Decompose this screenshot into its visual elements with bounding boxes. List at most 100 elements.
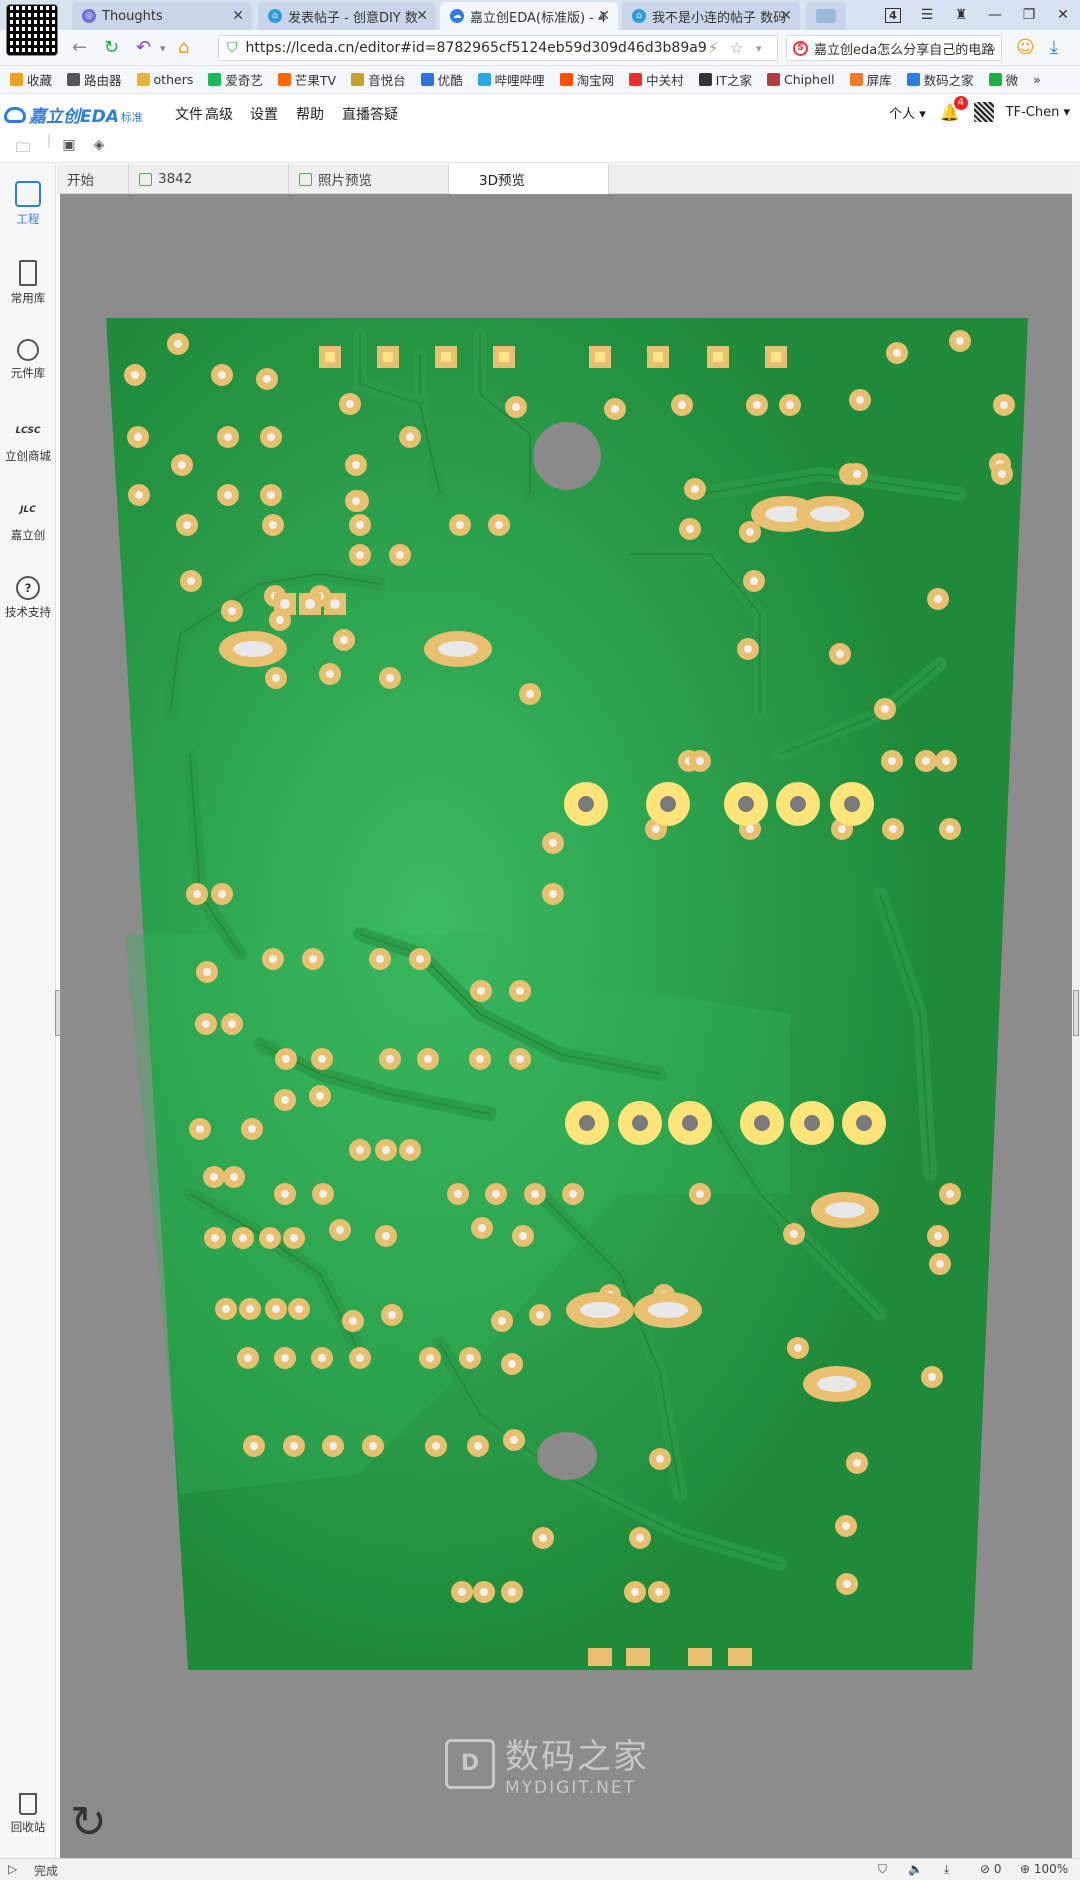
speaker-icon[interactable]: 🔈	[908, 1862, 923, 1876]
new-tab-button[interactable]	[806, 2, 846, 30]
user-menu[interactable]: TF-Chen ▾	[1006, 105, 1070, 120]
drill-hole	[244, 1354, 252, 1362]
bookmark-item[interactable]: 屏库	[849, 70, 892, 89]
close-icon[interactable]: ✕	[232, 8, 244, 24]
bookmark-item[interactable]: others	[136, 72, 193, 87]
download-manager-icon[interactable]: ⤓	[944, 1862, 949, 1877]
url-field[interactable]: ⛉ https://lceda.cn/editor#id=8782965cf51…	[218, 35, 778, 61]
search-icon[interactable]: ⌕	[988, 39, 996, 57]
shield-icon[interactable]: ⛉	[878, 1862, 887, 1877]
drill-hole	[336, 1226, 344, 1234]
bookmark-icon	[420, 73, 434, 86]
bookmark-item[interactable]: 音悦台	[351, 70, 406, 89]
tab-start[interactable]: 开始	[57, 164, 129, 194]
browser-tab-mine[interactable]: ⌂ 我不是小连的帖子 数码 ✕	[622, 2, 800, 30]
menu-icon[interactable]: ☰	[910, 7, 944, 23]
close-icon[interactable]: ✕	[780, 8, 792, 24]
image-export-icon[interactable]: ▣	[60, 137, 78, 153]
bookmark-item[interactable]: 芒果TV	[277, 70, 336, 89]
restore-icon[interactable]: ❐	[1012, 7, 1046, 23]
sidebar-item-support[interactable]: ? 技术支持	[0, 576, 56, 620]
menu-file[interactable]: 文件	[175, 104, 203, 124]
drill-hole	[326, 670, 334, 678]
close-icon[interactable]: ✕	[598, 8, 610, 24]
download-icon[interactable]: ⤓	[1050, 37, 1058, 58]
drill-hole	[512, 403, 520, 411]
bookmark-item[interactable]: 数码之家	[906, 70, 974, 89]
bookmark-item[interactable]: 中关村	[629, 70, 684, 89]
sidebar-item-project[interactable]: 工程	[0, 181, 56, 227]
site-icon: ☁	[450, 9, 464, 23]
zoom-level[interactable]: ⊕ 100%	[1020, 1862, 1068, 1876]
layers-icon[interactable]: ◈	[90, 137, 108, 153]
browser-tab-post[interactable]: ⌂ 发表帖子 - 创意DIY 数 ✕	[258, 2, 436, 30]
back-icon[interactable]: ←	[72, 37, 87, 58]
avatar[interactable]	[973, 102, 994, 122]
undo-icon[interactable]: ↶	[136, 37, 151, 58]
menu-advanced[interactable]: 高级	[205, 104, 233, 124]
qr-code-avatar[interactable]	[6, 4, 58, 56]
bookmark-item[interactable]: 微	[988, 70, 1018, 89]
menu-help[interactable]: 帮助	[296, 104, 324, 124]
emoji-icon[interactable]: ☺	[1016, 37, 1035, 58]
left-collapse-handle[interactable]	[55, 990, 61, 1036]
search-field[interactable]: S 嘉立创eda怎么分享自己的电路	[786, 35, 1002, 61]
menu-live-qa[interactable]: 直播答疑	[342, 104, 398, 124]
status-text: 完成	[34, 1864, 59, 1878]
more-bookmarks-icon[interactable]: »	[1033, 72, 1041, 87]
bookmark-item[interactable]: 哔哩哔哩	[477, 70, 545, 89]
reset-view-icon[interactable]: ↻	[70, 1800, 116, 1846]
bookmark-item[interactable]: Chiphell	[766, 72, 835, 87]
tab-count-badge[interactable]: 4	[876, 7, 910, 23]
lightning-icon[interactable]: ⚡	[708, 39, 719, 57]
bookmark-item[interactable]: 收藏	[10, 70, 52, 89]
drill-hole	[269, 521, 277, 529]
play-icon[interactable]: ▷	[8, 1862, 17, 1876]
bookmark-label: 收藏	[27, 73, 53, 88]
minimize-icon[interactable]: —	[978, 7, 1012, 23]
search-icon	[17, 339, 39, 361]
star-icon[interactable]: ☆	[730, 39, 743, 57]
bookmark-item[interactable]: IT之家	[698, 70, 752, 89]
browser-tab-lceda[interactable]: ☁ 嘉立创EDA(标准版) - 4 ✕	[440, 2, 618, 30]
tab-3d-preview[interactable]: 3D预览	[449, 164, 609, 194]
pcb-doc-icon	[139, 172, 152, 186]
bookmark-item[interactable]: 优酷	[420, 70, 463, 89]
sidebar-item-component-lib[interactable]: 元件库	[0, 339, 56, 381]
drill-hole	[281, 1190, 289, 1198]
home-icon[interactable]: ⌂	[178, 37, 189, 58]
bookmark-item[interactable]: 路由器	[67, 70, 122, 89]
sidebar-item-lcsc[interactable]: LCSC 立创商城	[0, 418, 56, 464]
right-collapse-handle[interactable]	[1073, 990, 1079, 1036]
bookmark-item[interactable]: 爱奇艺	[208, 70, 263, 89]
sidebar-item-jlc[interactable]: JLC 嘉立创	[0, 497, 56, 543]
tab-3842[interactable]: 3842	[129, 164, 289, 194]
close-window-icon[interactable]: ✕	[1046, 7, 1080, 23]
browser-tab-thoughts[interactable]: ◎ Thoughts ✕	[72, 2, 252, 30]
oval-drill	[438, 641, 478, 657]
blocked-count[interactable]: ⊘ 0	[980, 1862, 1002, 1876]
skin-icon[interactable]: ♜	[944, 7, 978, 23]
pcb-3d-board[interactable]	[60, 194, 1072, 1858]
reload-icon[interactable]: ↻	[104, 37, 119, 58]
menu-settings[interactable]: 设置	[250, 104, 278, 124]
drill-hole	[492, 1190, 500, 1198]
3d-preview-canvas[interactable]: D 数码之家 MYDIGIT.NET ↻	[60, 194, 1072, 1858]
lceda-logo[interactable]: 嘉立创EDA 标准	[4, 102, 143, 127]
tab-photo-preview[interactable]: 照片预览	[289, 164, 449, 194]
chevron-down-icon[interactable]: ▾	[756, 42, 762, 55]
bookmark-item[interactable]: 淘宝网	[559, 70, 614, 89]
drill-hole	[495, 521, 503, 529]
personal-menu[interactable]: 个人 ▾	[889, 103, 926, 122]
close-icon[interactable]: ✕	[416, 8, 428, 24]
chevron-down-icon[interactable]: ▾	[160, 42, 166, 55]
folder-icon[interactable]: 🗀	[14, 137, 32, 156]
watermark-title: 数码之家	[505, 1737, 649, 1777]
bell-icon[interactable]: 🔔 4	[940, 95, 968, 122]
sidebar-item-common-lib[interactable]: 常用库	[0, 260, 56, 306]
sidebar-item-trash[interactable]: 回收站	[0, 1793, 56, 1835]
drill-hole	[356, 521, 364, 529]
watermark-subtitle: MYDIGIT.NET	[505, 1778, 636, 1798]
drill-hole	[691, 485, 699, 493]
drill-hole	[476, 1055, 484, 1063]
